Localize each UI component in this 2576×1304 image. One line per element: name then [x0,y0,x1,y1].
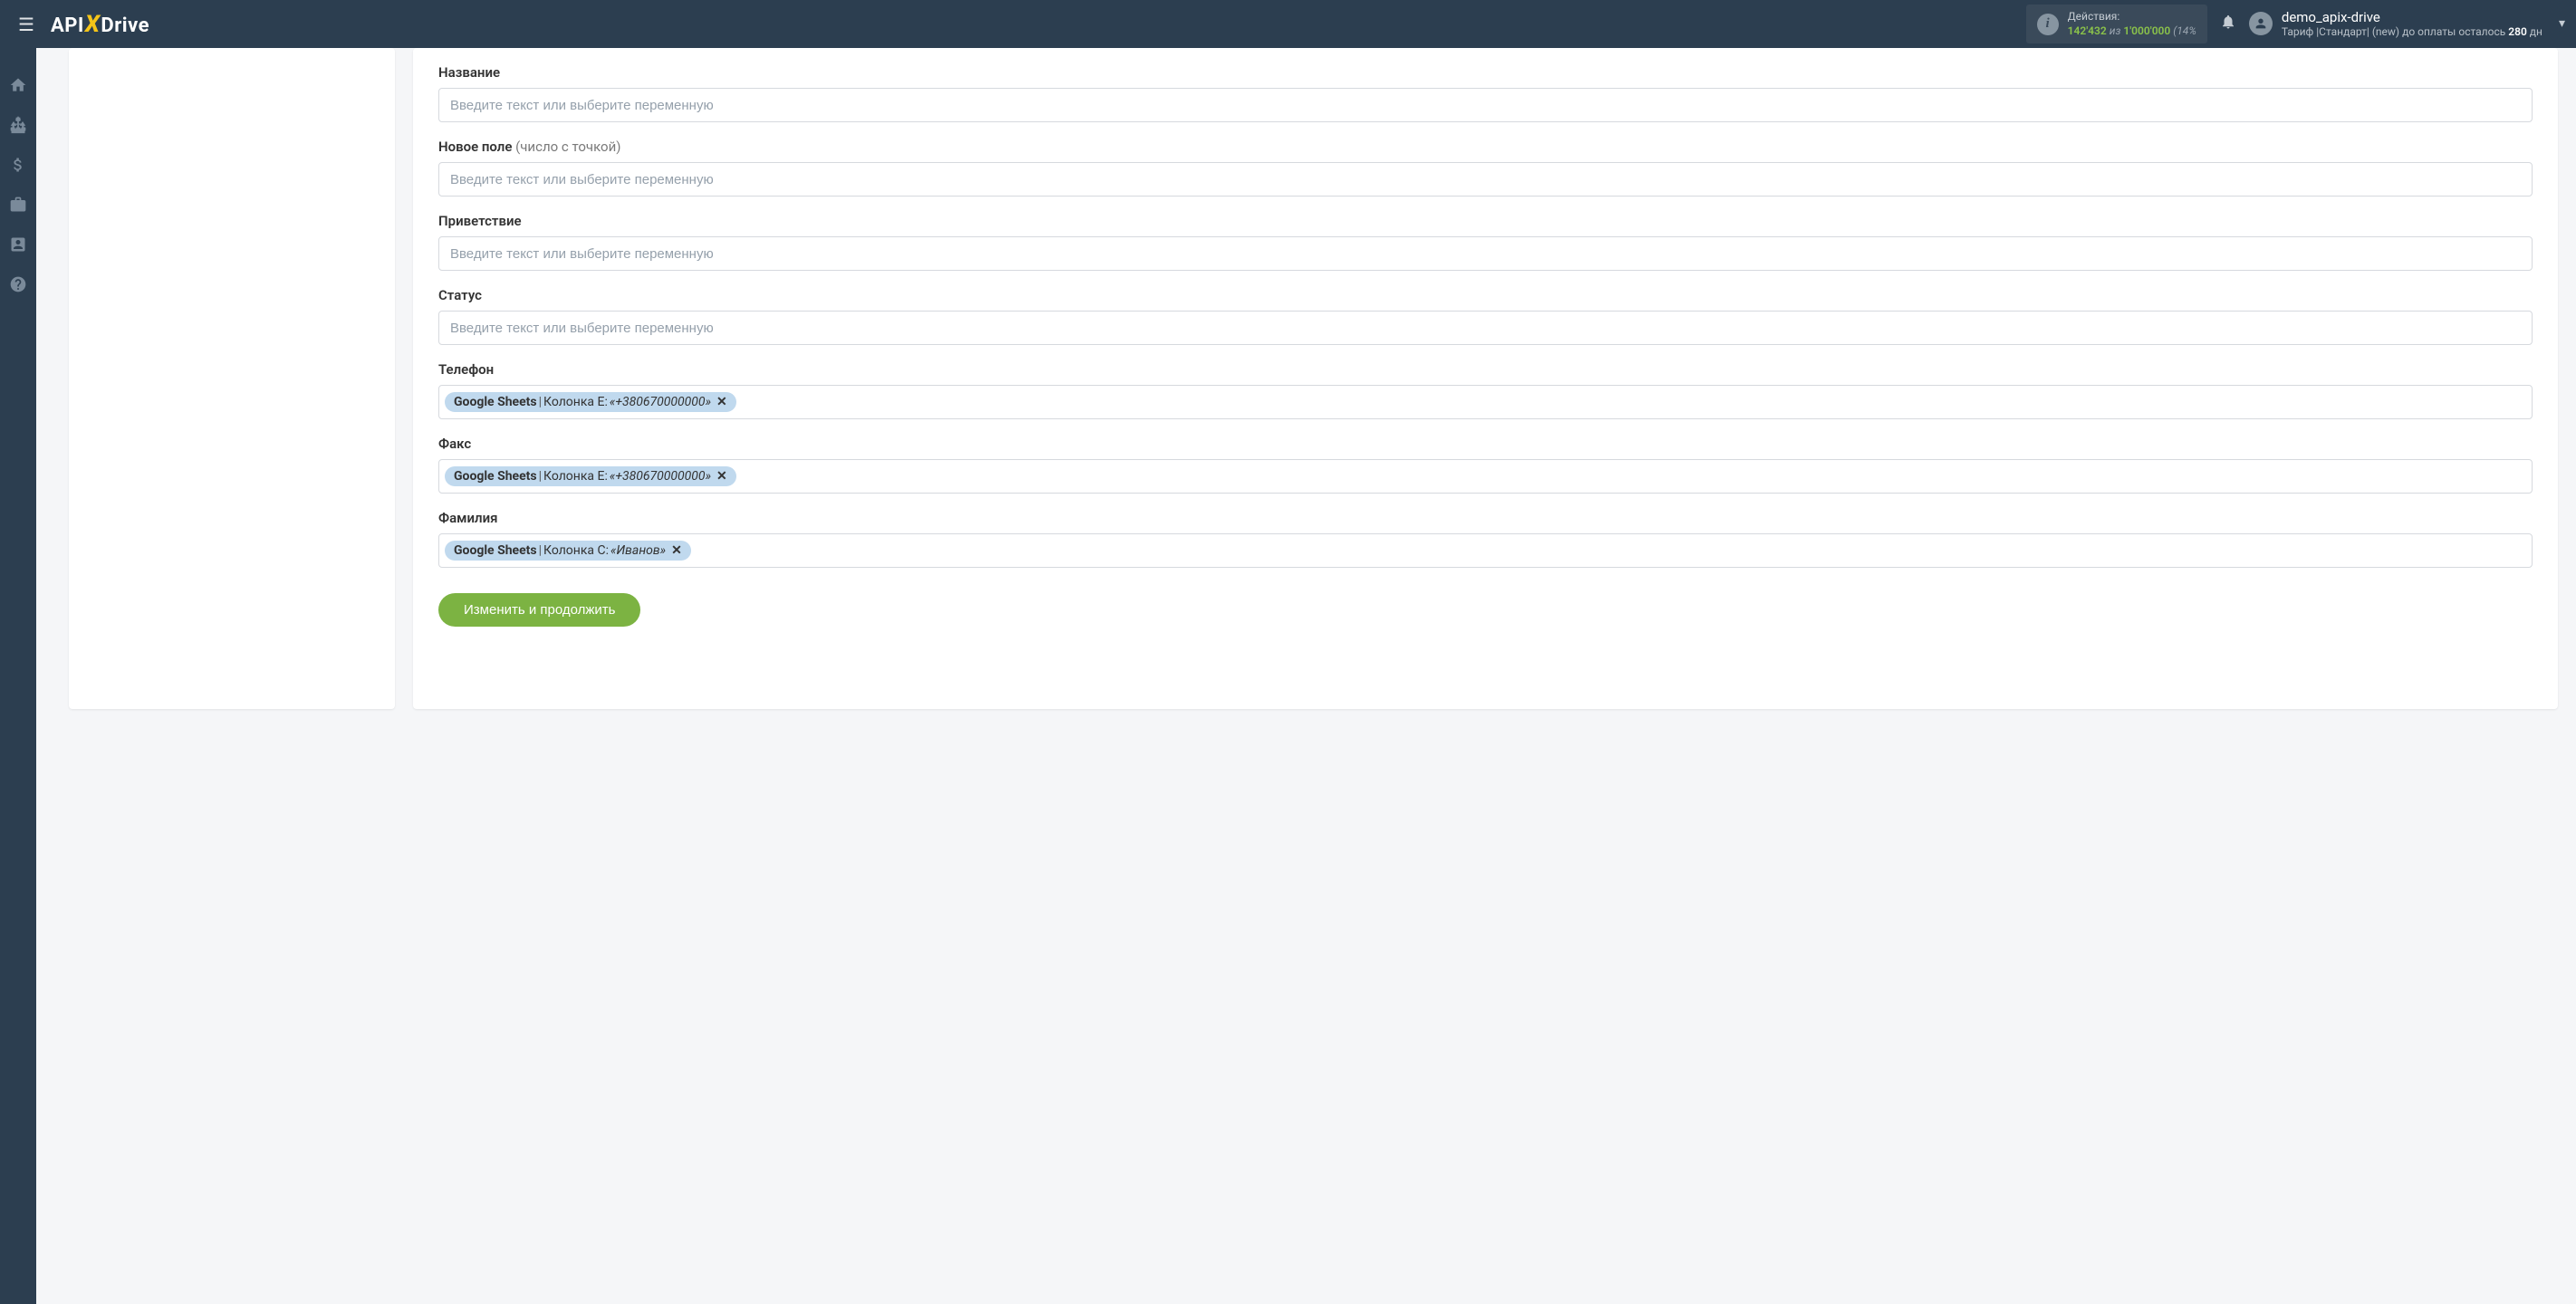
form-group-lastname: ФамилияGoogle Sheets | Колонка C: «Ивано… [438,510,2533,568]
tag-remove-icon[interactable]: ✕ [716,469,727,484]
tag-column: Колонка E: [543,469,608,484]
label-status: Статус [438,287,2533,303]
user-name: demo_apix-drive [2282,9,2542,25]
input-new_field[interactable] [438,162,2533,197]
user-info: demo_apix-drive Тариф |Стандарт| (new) д… [2282,9,2542,38]
actions-text: Действия: 142'432 из 1'000'000 (14% [2068,10,2196,38]
tag-value: «+380670000000» [610,469,711,484]
tag-source: Google Sheets [454,469,537,484]
nav-home-icon[interactable] [8,75,28,95]
info-icon: i [2037,14,2059,35]
input-greeting[interactable] [438,236,2533,271]
main-panel: Название Новое поле (число с точкой) Приве… [413,48,2558,709]
tag-column: Колонка E: [543,395,608,409]
logo[interactable]: API X Drive [51,11,149,38]
user-menu[interactable]: demo_apix-drive Тариф |Стандарт| (new) д… [2249,9,2565,38]
label-phone: Телефон [438,361,2533,378]
tag-column: Колонка C: [543,543,609,558]
user-avatar-icon [2249,12,2273,35]
input-lastname[interactable]: Google Sheets | Колонка C: «Иванов»✕ [438,533,2533,568]
logo-x: X [85,11,101,38]
text-input-title[interactable] [450,98,2521,113]
input-fax[interactable]: Google Sheets | Колонка E: «+38067000000… [438,459,2533,494]
left-panel [69,48,395,709]
label-title: Название [438,64,2533,81]
label-hint-new_field: (число с точкой) [512,139,620,155]
nav-briefcase-icon[interactable] [8,195,28,215]
form-group-fax: Факс Google Sheets | Колонка E: «+3806700… [438,436,2533,494]
input-title[interactable] [438,88,2533,122]
left-rail [0,48,36,1304]
actions-pill[interactable]: i Действия: 142'432 из 1'000'000 (14% [2026,5,2207,43]
text-input-greeting[interactable] [450,246,2521,262]
nav-billing-icon[interactable] [8,155,28,175]
label-new_field: Новое поле (число с точкой) [438,139,2533,155]
bell-icon[interactable] [2220,14,2236,34]
text-input-new_field[interactable] [450,172,2521,187]
text-input-status[interactable] [450,321,2521,336]
hamburger-icon[interactable]: ☰ [11,10,42,39]
nav-connections-icon[interactable] [8,115,28,135]
form-group-phone: Телефон Google Sheets | Колонка E: «+3806… [438,361,2533,419]
nav-contacts-icon[interactable] [8,235,28,254]
input-phone[interactable]: Google Sheets | Колонка E: «+38067000000… [438,385,2533,419]
content-area: Название Новое поле (число с точкой) Приве… [36,48,2576,1304]
layout: Название Новое поле (число с точкой) Приве… [0,48,2576,1304]
header-right: i Действия: 142'432 из 1'000'000 (14% de… [2026,5,2565,43]
form-group-greeting: Приветствие [438,213,2533,271]
form-group-title: Название [438,64,2533,122]
actions-label: Действия: [2068,10,2196,24]
input-status[interactable] [438,311,2533,345]
logo-post: Drive [101,14,149,37]
actions-values: 142'432 из 1'000'000 (14% [2068,24,2196,39]
label-lastname: Фамилия [438,510,2533,526]
tag-value: «Иванов» [610,543,666,558]
user-tariff: Тариф |Стандарт| (new) до оплаты осталос… [2282,25,2542,38]
top-header: ☰ API X Drive i Действия: 142'432 из 1'0… [0,0,2576,48]
tag-source: Google Sheets [454,395,537,409]
form-group-new_field: Новое поле (число с точкой) [438,139,2533,197]
tag-remove-icon[interactable]: ✕ [716,395,727,409]
label-fax: Факс [438,436,2533,452]
chevron-down-icon: ▾ [2559,16,2565,31]
nav-help-icon[interactable] [8,274,28,294]
tag-source: Google Sheets [454,543,537,558]
submit-button[interactable]: Изменить и продолжить [438,593,640,627]
logo-pre: API [51,14,84,37]
tag-value: «+380670000000» [610,395,711,409]
tag-phone[interactable]: Google Sheets | Колонка E: «+38067000000… [445,392,736,412]
tag-fax[interactable]: Google Sheets | Колонка E: «+38067000000… [445,466,736,486]
label-greeting: Приветствие [438,213,2533,229]
form-group-status: Статус [438,287,2533,345]
tag-remove-icon[interactable]: ✕ [671,543,682,558]
tag-lastname[interactable]: Google Sheets | Колонка C: «Иванов»✕ [445,541,691,561]
